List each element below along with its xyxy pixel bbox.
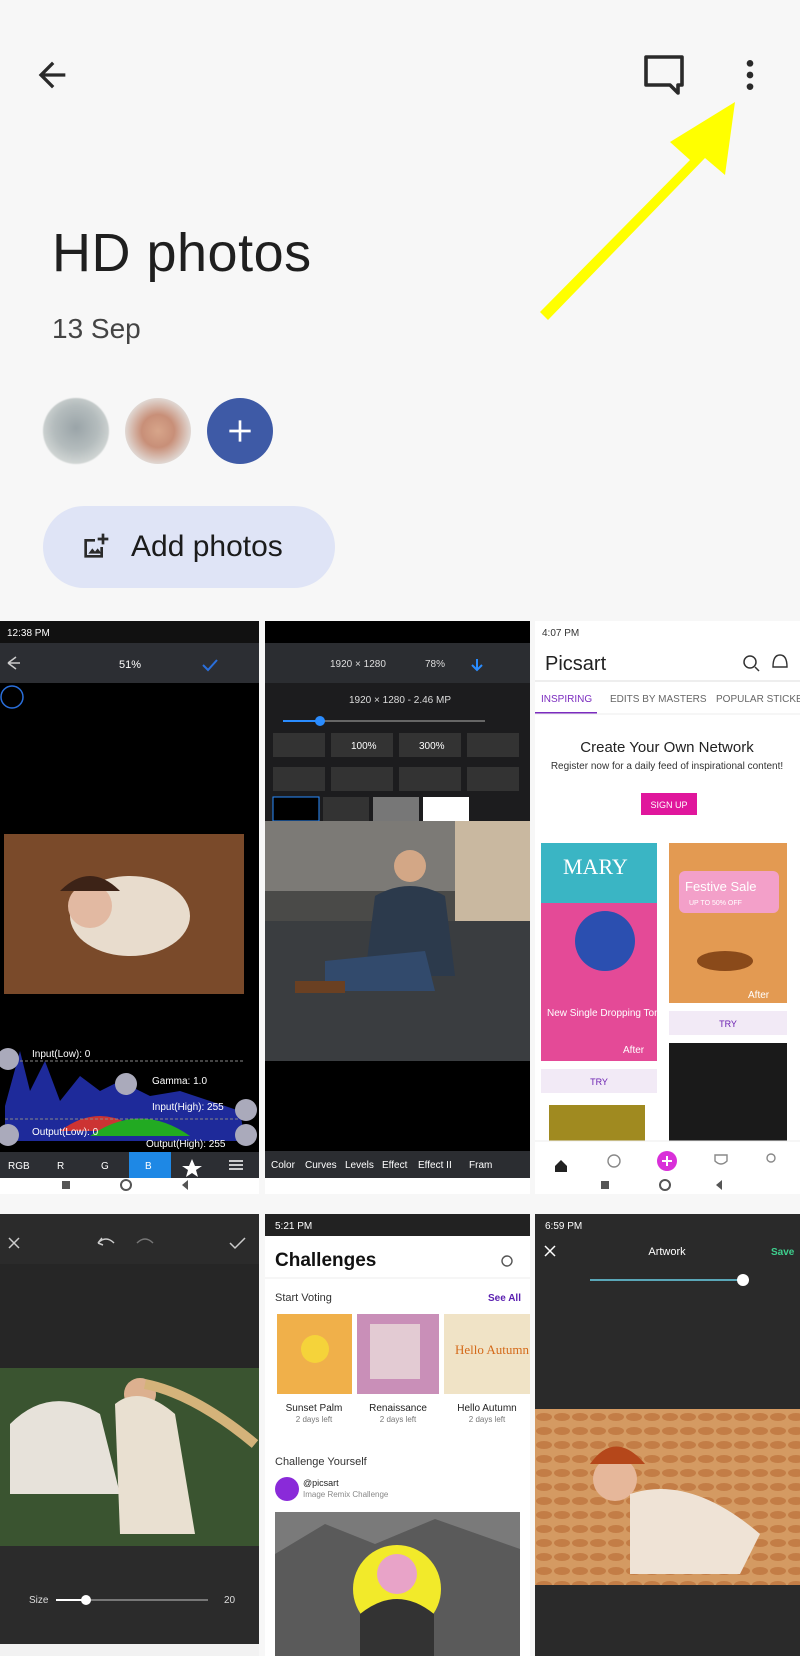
svg-text:R: R [57,1161,64,1172]
svg-text:POPULAR STICKE: POPULAR STICKE [716,694,800,705]
photo-thumbnail[interactable]: 12:38 PM 51% Input(Low): 0 Gamma: 1.0 In… [0,621,259,1194]
status-time: 12:38 PM [7,628,50,639]
svg-text:B: B [145,1161,152,1172]
svg-text:G: G [101,1161,109,1172]
svg-text:Fram: Fram [469,1160,492,1171]
svg-text:Size: Size [29,1595,49,1606]
svg-text:78%: 78% [425,659,445,670]
svg-text:Create Your Own Network: Create Your Own Network [580,739,754,756]
svg-text:1920 × 1280: 1920 × 1280 [330,659,386,670]
svg-text:Register now for a daily feed: Register now for a daily feed of inspira… [551,761,783,772]
svg-text:Renaissance: Renaissance [369,1403,427,1414]
svg-text:6:59 PM: 6:59 PM [545,1221,582,1232]
photo-thumbnail[interactable]: Size 20 [0,1214,259,1656]
add-photos-label: Add photos [131,530,283,563]
svg-text:20: 20 [224,1595,236,1606]
svg-text:See All: See All [488,1293,521,1304]
album-date: 13 Sep [52,313,141,344]
plus-icon [229,420,251,442]
svg-text:Sunset Palm: Sunset Palm [286,1403,343,1414]
svg-text:Output(High): 255: Output(High): 255 [146,1139,226,1150]
annotation-arrow-icon [540,102,735,320]
svg-text:4:07 PM: 4:07 PM [542,628,579,639]
picsart-feed-screenshot: 4:07 PM Picsart INSPIRING EDITS BY MASTE… [535,621,800,1194]
avatar[interactable] [43,398,109,464]
svg-text:SIGN UP: SIGN UP [650,800,687,810]
svg-text:INSPIRING: INSPIRING [541,694,592,705]
add-photo-icon [84,533,109,558]
svg-text:Color: Color [271,1160,296,1171]
svg-text:Hello Autumn: Hello Autumn [457,1403,516,1414]
add-photos-button[interactable]: Add photos [43,506,335,588]
image-editor-screenshot: 1920 × 1280 78% 1920 × 1280 - 2.46 MP 10… [265,621,530,1194]
svg-text:Levels: Levels [345,1160,374,1171]
photo-thumbnail[interactable]: 5:21 PM Challenges Start Voting See All … [265,1214,530,1656]
artwork-editor-screenshot: 6:59 PM Artwork Save [535,1214,800,1656]
svg-text:Input(High): 255: Input(High): 255 [152,1102,224,1113]
svg-text:Challenges: Challenges [275,1250,376,1271]
svg-text:Effect: Effect [382,1160,408,1171]
svg-text:Gamma: 1.0: Gamma: 1.0 [152,1076,207,1087]
more-vert-icon [746,60,754,90]
album-title[interactable]: HD photos [52,222,312,284]
svg-text:Festive Sale: Festive Sale [685,879,757,894]
svg-text:Artwork: Artwork [648,1246,686,1258]
add-person-button[interactable] [207,398,273,464]
svg-text:RGB: RGB [8,1161,30,1172]
svg-text:After: After [623,1045,645,1056]
svg-text:Save: Save [771,1247,795,1258]
challenges-screenshot: 5:21 PM Challenges Start Voting See All … [265,1214,530,1656]
back-arrow-icon [38,61,66,89]
svg-text:Effect II: Effect II [418,1160,452,1171]
svg-text:New Single Dropping Tonight: New Single Dropping Tonight [547,1008,676,1019]
svg-text:Start Voting: Start Voting [275,1292,332,1304]
svg-text:300%: 300% [419,741,445,752]
levels-editor-screenshot: 12:38 PM 51% Input(Low): 0 Gamma: 1.0 In… [0,621,259,1194]
brush-editor-screenshot: Size 20 [0,1214,259,1656]
svg-text:TRY: TRY [719,1019,737,1029]
svg-text:Hello Autumn: Hello Autumn [455,1342,530,1357]
svg-text:MARY: MARY [563,854,628,879]
svg-text:2 days left: 2 days left [380,1415,417,1424]
photo-thumbnail[interactable]: 4:07 PM Picsart INSPIRING EDITS BY MASTE… [535,621,800,1194]
svg-text:Curves: Curves [305,1160,337,1171]
svg-text:EDITS BY MASTERS: EDITS BY MASTERS [610,694,707,705]
svg-text:UP TO 50% OFF: UP TO 50% OFF [689,900,742,907]
photo-thumbnail[interactable]: 1920 × 1280 78% 1920 × 1280 - 2.46 MP 10… [265,621,530,1194]
svg-text:TRY: TRY [590,1077,608,1087]
svg-text:@picsart: @picsart [303,1478,339,1488]
back-button[interactable] [22,40,82,110]
photo-thumbnail[interactable]: 6:59 PM Artwork Save [535,1214,800,1656]
svg-text:2 days left: 2 days left [296,1415,333,1424]
zoom-level: 51% [119,659,141,671]
svg-text:Output(Low): 0: Output(Low): 0 [32,1127,99,1138]
svg-text:Challenge Yourself: Challenge Yourself [275,1456,368,1468]
svg-text:5:21 PM: 5:21 PM [275,1221,312,1232]
svg-text:100%: 100% [351,741,377,752]
svg-text:Input(Low): 0: Input(Low): 0 [32,1049,91,1060]
avatar[interactable] [125,398,191,464]
svg-text:1920 × 1280 - 2.46 MP: 1920 × 1280 - 2.46 MP [349,695,451,706]
svg-text:2 days left: 2 days left [469,1415,506,1424]
svg-text:Picsart: Picsart [545,653,607,675]
svg-text:Image Remix Challenge: Image Remix Challenge [303,1490,389,1499]
svg-text:After: After [748,990,770,1001]
